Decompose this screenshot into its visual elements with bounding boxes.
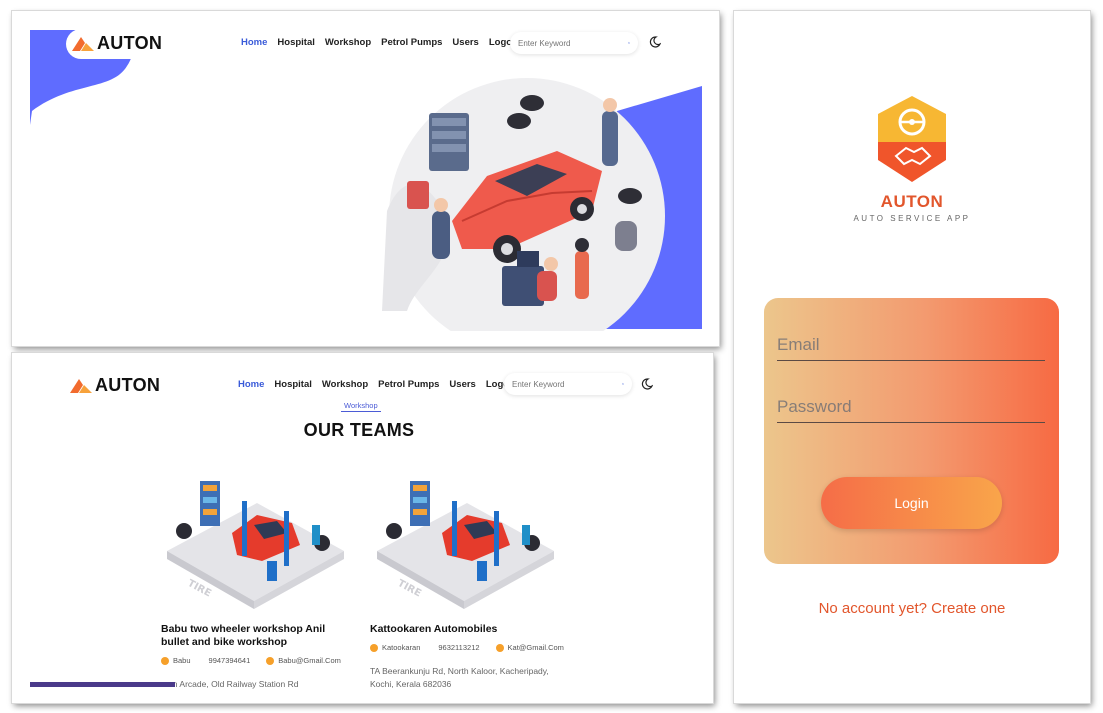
card-title[interactable]: Kattookaren Automobiles	[370, 623, 560, 636]
password-field[interactable]	[777, 397, 1045, 422]
dark-mode-icon[interactable]	[641, 378, 653, 390]
brand-name: AUTON	[880, 192, 944, 211]
nav-petrol-pumps[interactable]: Petrol Pumps	[381, 37, 442, 48]
logo[interactable]: AUTON	[70, 375, 160, 396]
auton-logo-icon	[70, 378, 92, 393]
auton-brand-logo-icon	[878, 96, 946, 182]
logo[interactable]: AUTON	[72, 33, 162, 54]
search-input[interactable]	[518, 38, 628, 48]
user-icon	[370, 643, 378, 652]
section-tag: Workshop	[341, 401, 381, 412]
page-title: OUR TEAMS	[303, 420, 415, 440]
main-nav: Home Hospital Workshop Petrol Pumps User…	[238, 379, 518, 390]
status-bar-overlay	[30, 682, 175, 687]
brand-tagline: AUTO SERVICE APP	[853, 214, 971, 223]
hero-illustration	[382, 78, 702, 331]
logo-text: AUTON	[95, 375, 161, 395]
search-icon[interactable]	[622, 379, 624, 389]
nav-workshop[interactable]: Workshop	[322, 379, 368, 390]
card-meta: Babu 9947394641 Babu@Gmail.Com	[161, 656, 341, 665]
address: TA Beerankunju Rd, North Kaloor, Kacheri…	[370, 666, 549, 689]
dark-mode-icon[interactable]	[649, 36, 661, 48]
password-field-wrap	[777, 397, 1045, 423]
create-account-link[interactable]: No account yet? Create one	[734, 600, 1090, 617]
address: ...an Arcade, Old Railway Station Rd	[161, 679, 299, 689]
teams-screen: AUTON Home Hospital Workshop Petrol Pump…	[12, 353, 713, 703]
nav-workshop[interactable]: Workshop	[325, 37, 371, 48]
phone-number: 9632113212	[438, 643, 480, 652]
workshop-illustration: TIRE	[377, 481, 554, 609]
email-field[interactable]	[777, 335, 1045, 360]
home-screen: AUTON Home Hospital Workshop Petrol Pump…	[12, 11, 719, 346]
search-icon[interactable]	[628, 38, 630, 48]
nav-petrol-pumps[interactable]: Petrol Pumps	[378, 379, 439, 390]
search-box	[510, 32, 638, 54]
email-icon	[495, 643, 504, 652]
auton-logo-icon	[72, 36, 94, 51]
nav-users[interactable]: Users	[452, 37, 478, 48]
nav-hospital[interactable]: Hospital	[277, 37, 314, 48]
email-address: Kat@Gmail.Com	[507, 643, 564, 652]
user-icon	[161, 656, 169, 665]
card-title[interactable]: Babu two wheeler workshop Anil bullet an…	[161, 623, 331, 649]
nav-users[interactable]: Users	[449, 379, 475, 390]
workshop-illustration: TIRE	[167, 481, 344, 609]
main-nav: Home Hospital Workshop Petrol Pumps User…	[241, 37, 521, 48]
email-icon	[266, 656, 275, 665]
login-button[interactable]: Login	[821, 477, 1002, 529]
login-form: Login	[764, 298, 1059, 564]
logo-text: AUTON	[97, 33, 163, 53]
search-box	[504, 373, 632, 395]
nav-home[interactable]: Home	[241, 37, 267, 48]
owner-name: Katookaran	[382, 643, 421, 652]
nav-hospital[interactable]: Hospital	[274, 379, 311, 390]
phone-number: 9947394641	[208, 656, 251, 665]
login-screen: AUTON AUTO SERVICE APP Login No account …	[734, 11, 1090, 703]
owner-name: Babu	[173, 656, 191, 665]
email-field-wrap	[777, 335, 1045, 361]
nav-home[interactable]: Home	[238, 379, 264, 390]
search-input[interactable]	[512, 379, 622, 389]
card-meta: Katookaran 9632113212 Kat@Gmail.Com	[370, 643, 564, 652]
email-address: Babu@Gmail.Com	[278, 656, 341, 665]
